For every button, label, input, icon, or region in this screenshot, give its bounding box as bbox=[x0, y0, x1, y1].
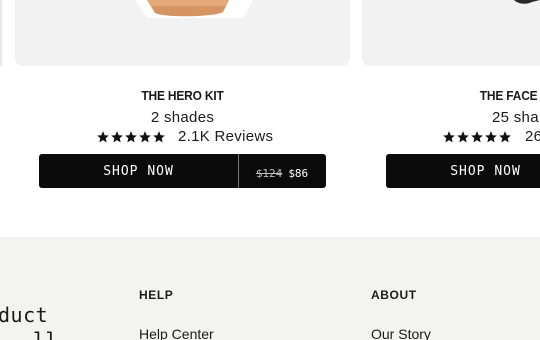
star-icon bbox=[138, 130, 152, 144]
star-icon bbox=[456, 130, 470, 144]
product-shades: 25 sha bbox=[492, 109, 539, 126]
shop-now-button[interactable]: SHOP NOW $124 $86 bbox=[39, 154, 326, 188]
star-rating bbox=[96, 130, 166, 144]
star-icon bbox=[470, 130, 484, 144]
product-title[interactable]: THE FACE I bbox=[480, 88, 540, 103]
footer-link-help-center[interactable]: Help Center bbox=[139, 326, 214, 340]
footer-tagline-line1: duct bbox=[0, 303, 49, 327]
product-rating[interactable]: 2.1K Reviews bbox=[96, 128, 273, 145]
footer-tagline-line2: ll bbox=[33, 328, 59, 340]
star-rating bbox=[442, 130, 512, 144]
footer-about-heading: ABOUT bbox=[371, 288, 417, 302]
page: THE HERO KIT 2 shades 2.1K Reviews SHOP … bbox=[0, 0, 540, 340]
site-footer bbox=[0, 237, 540, 340]
previous-card-edge bbox=[0, 0, 2, 66]
product-title[interactable]: THE HERO KIT bbox=[28, 88, 336, 103]
star-icon bbox=[498, 130, 512, 144]
price: $124 $86 bbox=[238, 162, 326, 181]
original-price: $124 bbox=[255, 166, 283, 180]
product-rating[interactable]: 26 bbox=[442, 128, 540, 145]
product-shades: 2 shades bbox=[150, 109, 215, 126]
product-packaging-image bbox=[135, 0, 253, 18]
star-icon bbox=[484, 130, 498, 144]
review-count[interactable]: 2.1K Reviews bbox=[178, 128, 273, 145]
star-icon bbox=[152, 130, 166, 144]
shop-now-label: SHOP NOW bbox=[450, 163, 521, 179]
star-icon bbox=[96, 130, 110, 144]
product-packaging-image bbox=[514, 0, 540, 4]
shop-now-label: SHOP NOW bbox=[103, 163, 174, 179]
review-count[interactable]: 26 bbox=[525, 128, 540, 145]
product-image[interactable] bbox=[362, 0, 540, 66]
footer-help-heading: HELP bbox=[139, 288, 174, 302]
shop-now-button[interactable]: SHOP NOW bbox=[386, 154, 540, 188]
sale-price: $86 bbox=[288, 166, 309, 180]
star-icon bbox=[110, 130, 124, 144]
star-icon bbox=[124, 130, 138, 144]
star-icon bbox=[442, 130, 456, 144]
footer-link-our-story[interactable]: Our Story bbox=[371, 326, 431, 340]
product-image[interactable] bbox=[15, 0, 350, 66]
